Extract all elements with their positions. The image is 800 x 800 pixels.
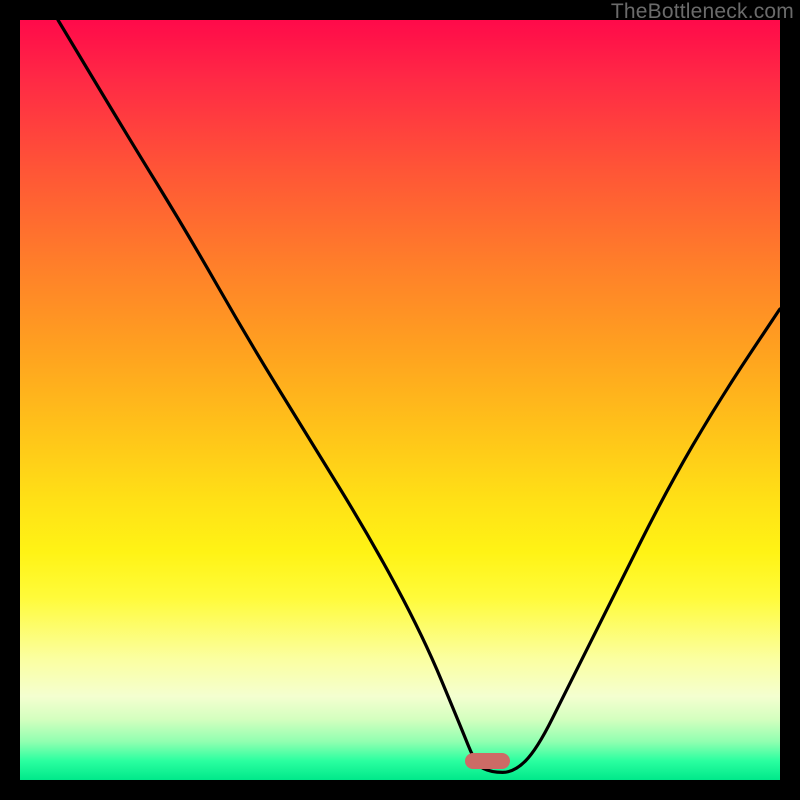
bottleneck-curve	[58, 20, 780, 772]
optimal-marker	[465, 753, 511, 768]
plot-area	[20, 20, 780, 780]
chart-frame: TheBottleneck.com	[0, 0, 800, 800]
curve-svg	[20, 20, 780, 780]
